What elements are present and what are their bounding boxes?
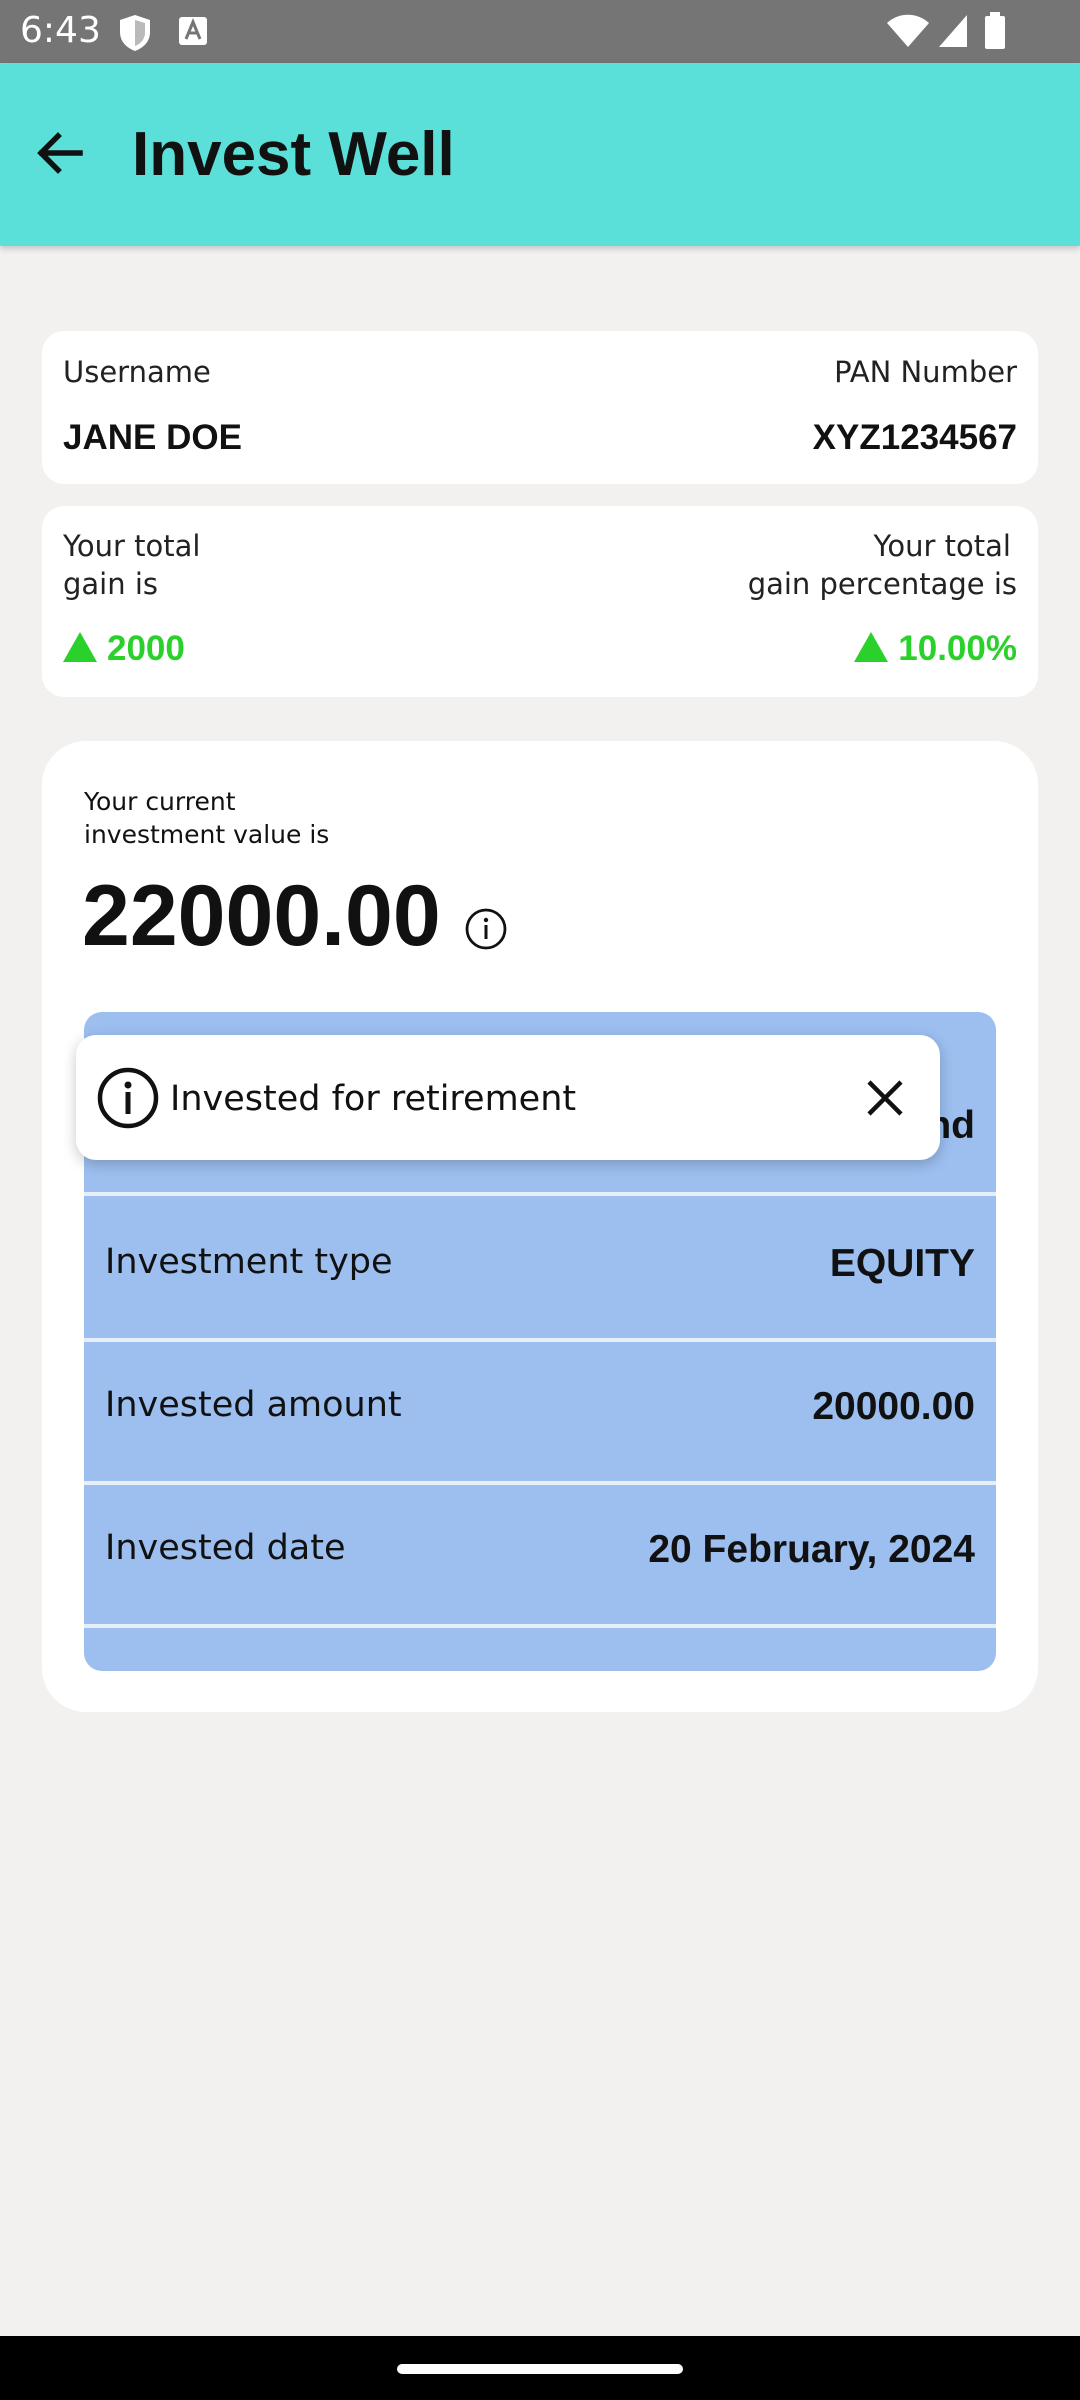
total-gain-label-line1: Your total <box>63 529 201 563</box>
info-button[interactable] <box>464 907 508 951</box>
gain-card: Your total gain is 2000 Your total gain … <box>42 506 1038 697</box>
arrow-back-icon <box>37 132 83 174</box>
username-value: JANE DOE <box>63 418 242 457</box>
row-value: 20 February, 2024 <box>648 1528 975 1571</box>
pan-value: XYZ1234567 <box>812 418 1017 457</box>
username-label: Username <box>63 355 211 389</box>
font-app-icon <box>179 17 207 45</box>
gain-pct-label-line1: Your total <box>873 529 1011 563</box>
back-button[interactable] <box>30 123 90 183</box>
tooltip-text: Invested for retirement <box>170 1079 577 1119</box>
status-time: 6:43 <box>20 10 101 51</box>
arrow-up-icon <box>854 632 889 662</box>
app-bar: Invest Well <box>0 63 1080 246</box>
info-tooltip: Invested for retirement <box>76 1035 940 1160</box>
row-key: Invested date <box>105 1528 346 1568</box>
investment-value-label: Your current investment value is <box>84 785 329 851</box>
list-item: Invested date 20 February, 2024 <box>84 1482 996 1628</box>
total-gain-label: Your total gain is <box>63 527 200 603</box>
shield-icon <box>120 15 150 51</box>
list-item: Invested amount 20000.00 <box>84 1339 996 1485</box>
row-key: Invested amount <box>105 1385 402 1425</box>
home-gesture-handle[interactable] <box>397 2364 683 2374</box>
total-gain-amount: 2000 <box>107 629 185 668</box>
gain-pct-label-line2: gain percentage is <box>747 567 1017 601</box>
investment-value: 22000.00 <box>82 868 441 964</box>
list-item: Investment type EQUITY <box>84 1196 996 1342</box>
status-bar: 6:43 <box>0 0 1080 63</box>
battery-icon <box>985 12 1005 49</box>
info-icon <box>97 1067 159 1129</box>
wifi-icon <box>887 14 929 47</box>
gain-pct-amount: 10.00% <box>898 629 1017 668</box>
total-gain-value: 2000 <box>63 629 185 669</box>
total-gain-label-line2: gain is <box>63 567 159 601</box>
page-title: Invest Well <box>132 120 455 189</box>
close-button[interactable] <box>860 1073 910 1123</box>
gain-pct-label: Your total gain percentage is <box>748 527 1017 603</box>
info-icon <box>465 908 507 950</box>
user-card: Username JANE DOE PAN Number XYZ1234567 <box>42 331 1038 484</box>
close-icon <box>867 1080 903 1116</box>
row-value: EQUITY <box>829 1242 975 1285</box>
investment-value-label-line1: Your current <box>84 787 236 816</box>
signal-icon <box>939 15 967 47</box>
pan-label: PAN Number <box>834 355 1017 389</box>
investment-value-label-line2: investment value is <box>84 820 330 849</box>
row-key: Investment type <box>105 1242 393 1282</box>
row-value: 20000.00 <box>812 1385 975 1428</box>
gain-pct-value: 10.00% <box>854 629 1017 669</box>
arrow-up-icon <box>63 632 97 662</box>
